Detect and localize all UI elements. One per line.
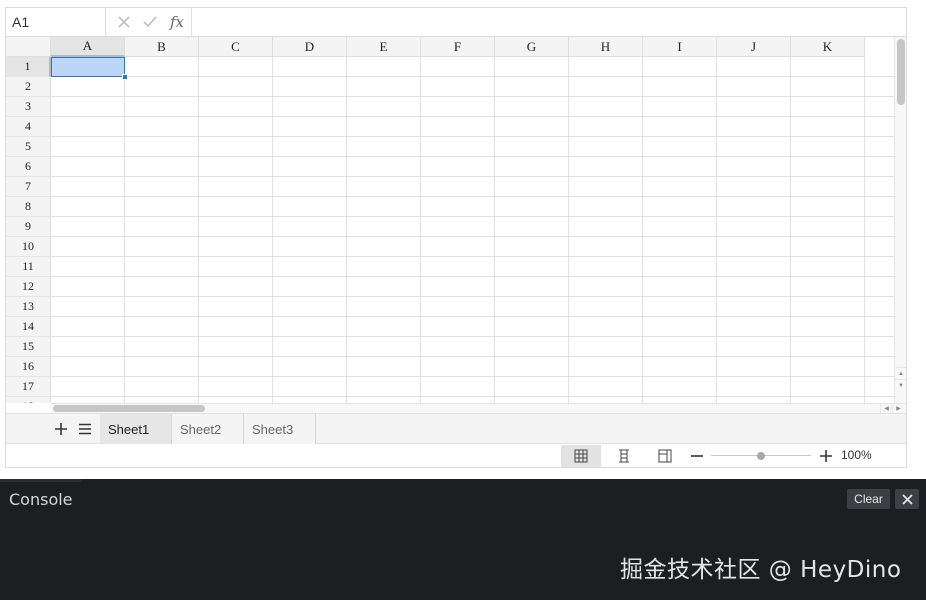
cells-area[interactable]	[51, 57, 894, 403]
column-header-i[interactable]: I	[643, 37, 717, 57]
column-header-k[interactable]: K	[791, 37, 865, 57]
console-accent-bar	[0, 479, 82, 482]
horizontal-scrollbar[interactable]: ◀ ▶	[51, 403, 906, 413]
clear-button[interactable]: Clear	[847, 489, 890, 509]
close-icon	[901, 493, 913, 505]
column-header-c[interactable]: C	[199, 37, 273, 57]
row-header-11[interactable]: 11	[6, 257, 51, 277]
column-headers: ABCDEFGHIJK	[51, 37, 865, 57]
row-header-8[interactable]: 8	[6, 197, 51, 217]
check-icon[interactable]	[142, 14, 158, 30]
fx-icon[interactable]: fx	[168, 13, 186, 31]
row-header-10[interactable]: 10	[6, 237, 51, 257]
horizontal-scroll-thumb[interactable]	[53, 405, 205, 412]
row-header-2[interactable]: 2	[6, 77, 51, 97]
hamburger-icon[interactable]	[75, 418, 95, 440]
sheet-tab-sheet1[interactable]: Sheet1	[100, 414, 172, 444]
row-header-18[interactable]: 18	[6, 397, 51, 403]
page-break-view-icon[interactable]	[645, 445, 685, 467]
sheet-tab-sheet3[interactable]: Sheet3	[244, 414, 316, 444]
row-header-5[interactable]: 5	[6, 137, 51, 157]
zoom-slider-knob[interactable]	[757, 452, 765, 460]
column-header-f[interactable]: F	[421, 37, 495, 57]
vertical-scroll-thumb[interactable]	[897, 39, 905, 105]
row-header-9[interactable]: 9	[6, 217, 51, 237]
scroll-up-icon[interactable]: ▲	[895, 367, 906, 379]
sheet-tab-sheet2[interactable]: Sheet2	[172, 414, 244, 444]
row-header-13[interactable]: 13	[6, 297, 51, 317]
cancel-icon[interactable]	[116, 14, 132, 30]
column-header-d[interactable]: D	[273, 37, 347, 57]
status-bar: 100%	[6, 444, 906, 467]
formula-bar: A1 fx	[6, 8, 906, 37]
formula-input[interactable]	[192, 8, 906, 36]
row-header-1[interactable]: 1	[6, 57, 51, 77]
spreadsheet-widget: A1 fx ABCDEFGHIJK 1 2 3 4 5 6 7 8 9 10 11 12 13 14 15 1…	[5, 7, 907, 468]
column-header-e[interactable]: E	[347, 37, 421, 57]
name-box[interactable]: A1	[6, 8, 106, 36]
zoom-level: 100%	[841, 448, 872, 462]
zoom-out-icon[interactable]	[689, 447, 705, 465]
sheet-tabs-bar: Sheet1 Sheet2 Sheet3	[6, 413, 906, 444]
column-header-h[interactable]: H	[569, 37, 643, 57]
row-header-7[interactable]: 7	[6, 177, 51, 197]
row-header-3[interactable]: 3	[6, 97, 51, 117]
formula-actions: fx	[106, 8, 192, 36]
console-title: Console	[9, 490, 73, 509]
plus-icon[interactable]	[51, 418, 71, 440]
row-headers: 123456789101112131415161718	[6, 57, 51, 403]
select-all-corner[interactable]	[6, 37, 51, 57]
row-header-17[interactable]: 17	[6, 377, 51, 397]
scroll-right-icon[interactable]: ▶	[892, 404, 904, 413]
cell-grid: ABCDEFGHIJK 123456789101112131415161718	[6, 37, 894, 403]
normal-view-icon[interactable]	[561, 445, 601, 467]
row-header-6[interactable]: 6	[6, 157, 51, 177]
row-header-16[interactable]: 16	[6, 357, 51, 377]
page-layout-view-icon[interactable]	[604, 445, 644, 467]
row-header-15[interactable]: 15	[6, 337, 51, 357]
sheet-tabs: Sheet1 Sheet2 Sheet3	[100, 414, 316, 444]
close-console-button[interactable]	[895, 489, 919, 509]
column-header-j[interactable]: J	[717, 37, 791, 57]
watermark: 掘金技术社区 @ HeyDino	[620, 557, 902, 583]
console-panel: Console Clear 掘金技术社区 @ HeyDino	[0, 479, 926, 600]
selected-cell[interactable]	[51, 57, 125, 77]
column-header-a[interactable]: A	[51, 37, 125, 57]
row-header-4[interactable]: 4	[6, 117, 51, 137]
vertical-scrollbar[interactable]: ▲ ▼	[894, 37, 906, 403]
column-header-g[interactable]: G	[495, 37, 569, 57]
row-header-12[interactable]: 12	[6, 277, 51, 297]
scroll-down-icon[interactable]: ▼	[895, 379, 906, 391]
row-header-14[interactable]: 14	[6, 317, 51, 337]
fill-handle[interactable]	[122, 74, 128, 80]
zoom-in-icon[interactable]	[818, 447, 834, 465]
column-header-b[interactable]: B	[125, 37, 199, 57]
scroll-left-icon[interactable]: ◀	[880, 404, 892, 413]
